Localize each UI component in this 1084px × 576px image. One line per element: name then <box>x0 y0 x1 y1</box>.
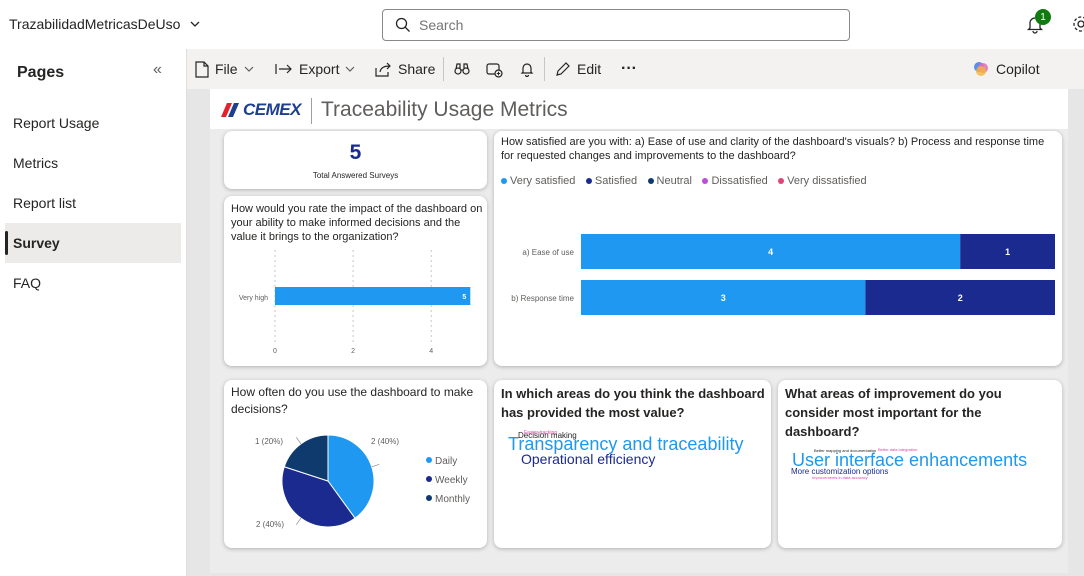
data-label: 2 <box>958 293 963 303</box>
data-label: 4 <box>768 247 773 257</box>
copilot-button[interactable]: Copilot <box>972 49 1040 89</box>
bar <box>275 287 471 305</box>
kpi-label: Total Answered Surveys <box>312 171 399 180</box>
sidebar-item-survey[interactable]: Survey <box>5 223 181 263</box>
export-menu-button[interactable]: Export <box>275 49 355 89</box>
sidebar-item-label: Metrics <box>13 155 59 171</box>
share-label: Share <box>398 61 436 77</box>
kpi-card[interactable]: 5 Total Answered Surveys <box>224 131 487 189</box>
file-menu-button[interactable]: File <box>195 49 254 89</box>
cemex-logo-icon <box>221 103 239 117</box>
kpi-value: 5 <box>349 141 362 164</box>
leader-line <box>295 437 302 444</box>
satisfaction-bar-chart: a) Ease of use 4 1 b) Response time 3 2 <box>511 234 1055 315</box>
legend-marker <box>426 476 432 482</box>
alert-bell-icon <box>520 62 534 77</box>
pages-title: Pages <box>17 64 65 81</box>
word-cloud-word: Operational efficiency <box>521 451 656 467</box>
toolbar-divider <box>544 57 545 81</box>
share-button[interactable]: Share <box>375 49 435 89</box>
toolbar-divider <box>443 57 444 81</box>
legend-marker <box>426 495 432 501</box>
value-areas-title: In which areas do you think the dashboar… <box>501 386 765 420</box>
header-divider <box>311 98 312 124</box>
impact-bar-chart: 0 2 4 Very high 5 <box>239 250 471 355</box>
copilot-label: Copilot <box>996 61 1040 77</box>
y-category-label: a) Ease of use <box>522 248 574 257</box>
sidebar-item-faq[interactable]: FAQ <box>5 263 181 303</box>
frequency-pie-chart: 2 (40%) 2 (40%) 1 (20%) Daily Weekly Monthly <box>255 434 470 529</box>
sidebar-item-label: Survey <box>13 235 60 251</box>
improvement-areas-card[interactable]: What areas of improvement do you conside… <box>778 380 1062 548</box>
improvement-areas-title: What areas of improvement do you conside… <box>785 386 1002 439</box>
legend-marker <box>426 457 432 463</box>
subscribe-button[interactable] <box>520 49 534 89</box>
sidebar-item-label: FAQ <box>13 275 42 291</box>
x-tick-label: 2 <box>351 348 355 355</box>
legend-label: Weekly <box>435 475 468 486</box>
sidebar-item-report-list[interactable]: Report list <box>5 183 181 223</box>
edit-label: Edit <box>577 61 602 77</box>
sidebar-item-label: Report list <box>13 195 77 211</box>
chevron-down-icon <box>346 66 355 72</box>
collapse-sidebar-icon[interactable]: « <box>153 61 162 79</box>
report-toolbar: File Export Share Edit ··· Copilot <box>187 49 1084 89</box>
data-label: 5 <box>462 294 466 301</box>
value-areas-card[interactable]: In which areas do you think the dashboar… <box>494 380 771 548</box>
copilot-icon <box>974 62 988 76</box>
app-title-dropdown[interactable]: TrazabilidadMetricasDeUso <box>9 16 200 32</box>
search-box[interactable] <box>382 9 850 41</box>
search-input[interactable] <box>419 17 799 33</box>
share-icon <box>375 62 391 77</box>
report-title: Traceability Usage Metrics <box>321 98 568 121</box>
pages-sidebar: Pages « Report Usage Metrics Report list… <box>0 49 187 576</box>
slice-label: 2 (40%) <box>256 520 284 529</box>
slice-label: 2 (40%) <box>371 437 399 446</box>
data-label: 1 <box>1005 247 1010 257</box>
x-tick-label: 0 <box>273 348 277 355</box>
chevron-down-icon <box>190 21 200 27</box>
pencil-icon <box>556 62 570 76</box>
sidebar-item-metrics[interactable]: Metrics <box>5 143 181 183</box>
leader-line <box>371 463 380 468</box>
sidebar-item-label: Report Usage <box>13 115 100 131</box>
settings-gear-icon[interactable] <box>1071 14 1084 34</box>
satisfaction-chart-card[interactable]: How satisfied are you with: a) Ease of u… <box>494 131 1062 366</box>
legend-label: Monthly <box>435 494 470 505</box>
y-category-label: b) Response time <box>511 294 574 303</box>
top-bar: TrazabilidadMetricasDeUso 1 <box>0 0 1084 49</box>
leader-line <box>295 518 302 525</box>
comment-button[interactable] <box>486 49 503 89</box>
comment-add-icon <box>486 62 503 78</box>
chevron-down-icon <box>244 66 253 72</box>
legend-label: Daily <box>435 456 457 467</box>
frequency-chart-card[interactable]: How often do you use the dashboard to ma… <box>224 380 487 548</box>
sidebar-item-report-usage[interactable]: Report Usage <box>5 103 181 143</box>
slice-label: 1 (20%) <box>255 437 283 446</box>
app-title: TrazabilidadMetricasDeUso <box>9 16 181 32</box>
data-label: 3 <box>721 293 726 303</box>
impact-chart-card[interactable]: How would you rate the impact of the das… <box>224 196 487 366</box>
export-arrow-icon <box>275 64 292 74</box>
search-icon <box>395 17 410 32</box>
edit-button[interactable]: Edit <box>555 49 601 89</box>
logo-text: CEMEX <box>243 100 301 119</box>
binoculars-button[interactable] <box>454 49 470 89</box>
more-options-button[interactable]: ··· <box>621 49 637 89</box>
y-category-label: Very high <box>239 295 268 302</box>
file-icon <box>195 60 209 78</box>
x-tick-label: 4 <box>429 348 433 355</box>
file-label: File <box>215 61 238 77</box>
cemex-logo: CEMEX <box>221 100 301 120</box>
word-cloud-word: Improvements in data accuracy <box>812 475 868 480</box>
notification-count-badge: 1 <box>1035 9 1051 25</box>
export-label: Export <box>299 61 340 77</box>
binoculars-icon <box>454 63 470 75</box>
